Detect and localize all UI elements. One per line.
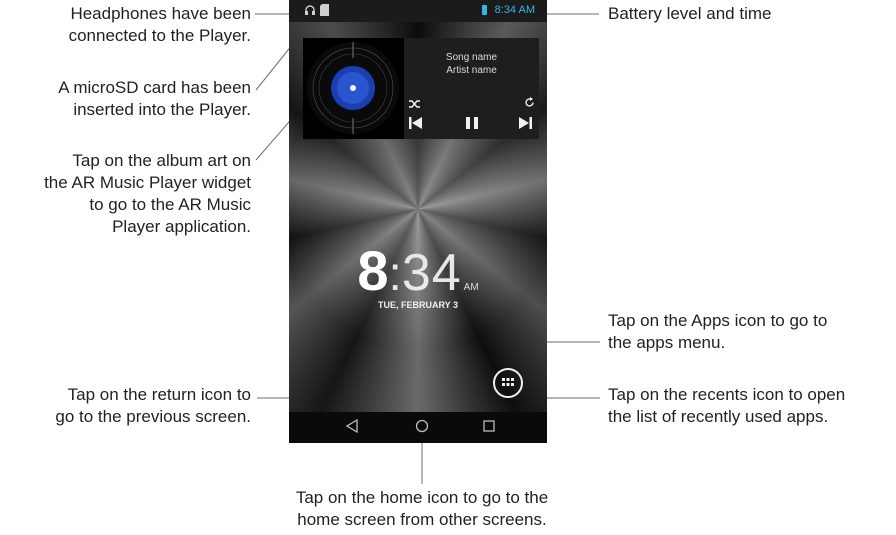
annotation-recents: Tap on the recents icon to open the list… [608, 385, 846, 426]
clock-date: TUE, FEBRUARY 3 [377, 300, 458, 310]
recents-icon [483, 420, 495, 432]
phone-screen: 8:34 AM Song name Artist name 8:34 AM TU… [289, 0, 547, 443]
back-icon [345, 418, 358, 434]
shuffle-icon[interactable] [409, 96, 421, 114]
navigation-bar [289, 412, 547, 443]
clock-ampm: AM [463, 282, 479, 293]
clock-hour: 8 [357, 239, 389, 302]
recents-button[interactable] [482, 418, 496, 439]
headphones-icon [304, 4, 316, 19]
previous-button[interactable] [409, 116, 423, 135]
home-icon [415, 419, 429, 433]
annotation-headphones: Headphones have been connected to the Pl… [68, 4, 251, 45]
repeat-icon[interactable] [524, 95, 535, 113]
annotation-battery-time: Battery level and time [608, 4, 772, 23]
pause-button[interactable] [465, 116, 479, 135]
clock: 8:34 AM [289, 238, 547, 303]
back-button[interactable] [345, 418, 359, 439]
pause-icon [466, 117, 478, 129]
annotation-home: Tap on the home icon to go to the home s… [295, 488, 549, 529]
music-widget: Song name Artist name [303, 38, 539, 139]
clock-minutes: 34 [401, 244, 462, 302]
next-icon [519, 117, 532, 129]
home-button[interactable] [414, 418, 430, 439]
annotation-microsd: A microSD card has been inserted into th… [58, 78, 251, 119]
vinyl-record-icon [307, 42, 399, 134]
song-name: Song name [445, 52, 498, 63]
battery-icon [482, 5, 487, 15]
annotation-apps: Tap on the Apps icon to go to the apps m… [608, 311, 828, 352]
apps-button[interactable] [493, 368, 523, 398]
status-time: 8:34 AM [494, 4, 535, 16]
next-button[interactable] [518, 116, 532, 135]
sdcard-icon [320, 4, 329, 19]
annotation-return: Tap on the return icon to go to the prev… [55, 385, 251, 426]
previous-icon [409, 117, 422, 129]
apps-grid-icon [502, 378, 514, 386]
artist-name: Artist name [446, 65, 497, 76]
status-bar: 8:34 AM [289, 0, 547, 22]
track-info-panel: Song name Artist name [404, 38, 539, 139]
annotation-album-art: Tap on the album art on the AR Music Pla… [44, 151, 251, 236]
album-art[interactable] [303, 38, 404, 139]
clock-colon: : [388, 248, 402, 301]
